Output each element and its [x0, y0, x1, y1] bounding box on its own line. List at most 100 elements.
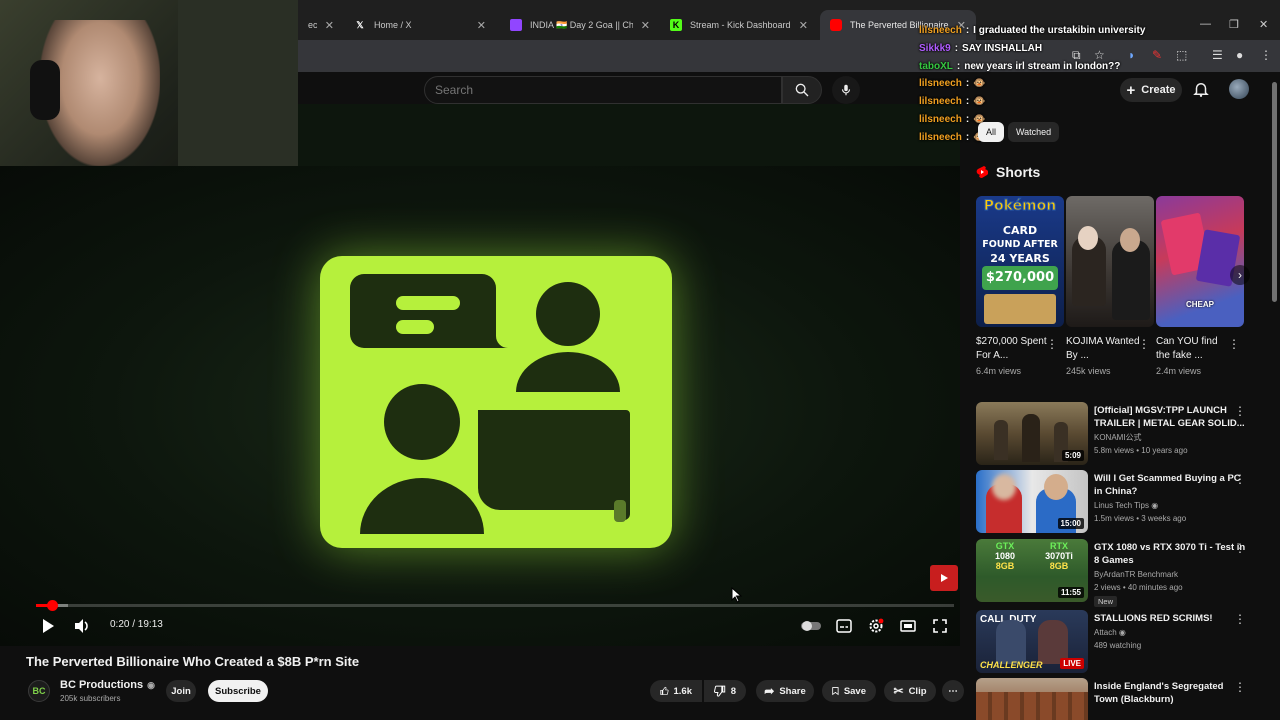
extensions-puzzle-icon[interactable]: ⬚ — [1176, 48, 1187, 62]
close-icon[interactable]: ✕ — [799, 19, 808, 32]
tab-twitch[interactable]: INDIA 🇮🇳 Day 2 Goa || Chapora ✕ — [500, 10, 660, 40]
sidebar-scrollbar[interactable] — [1272, 82, 1277, 302]
chat-separator: : — [965, 96, 970, 108]
search-button[interactable] — [782, 76, 822, 104]
related-channel[interactable]: ByArdanTR Benchmark — [1094, 568, 1178, 581]
chat-username: lilsneech — [919, 131, 962, 143]
tab-kick-dashboard[interactable]: K Stream - Kick Dashboard ✕ — [660, 10, 818, 40]
related-title[interactable]: Will I Get Scammed Buying a PC in China? — [1094, 472, 1246, 498]
progress-scrubber-handle[interactable] — [47, 600, 58, 611]
chat-text: I graduated the urstakibin university — [973, 25, 1146, 36]
youtube-icon — [830, 19, 842, 31]
tab-label: Home / X — [374, 20, 412, 30]
chip-all[interactable]: All — [978, 122, 1005, 142]
channel-avatar[interactable]: BC — [28, 680, 50, 702]
subscribe-button[interactable]: Subscribe — [208, 680, 268, 702]
search-box[interactable] — [424, 76, 782, 104]
autoplay-toggle[interactable] — [800, 616, 822, 636]
chat-text: new years irl stream in london?? — [964, 60, 1121, 72]
pokemon-logo: Pokémon — [983, 198, 1057, 215]
related-title[interactable]: GTX 1080 vs RTX 3070 Ti - Test in 8 Game… — [1094, 541, 1246, 567]
bookmark-icon — [832, 687, 839, 696]
profile-icon[interactable]: ● — [1236, 48, 1243, 62]
search-input[interactable] — [435, 83, 765, 97]
subscribe-watermark-icon[interactable] — [930, 565, 958, 591]
video-duration: 15:00 — [1057, 518, 1084, 529]
subscriber-count: 205k subscribers — [60, 694, 121, 703]
minimize-icon[interactable]: — — [1200, 18, 1211, 30]
more-actions-button[interactable]: ⋯ — [942, 680, 964, 702]
related-thumbnail[interactable]: 5:09 — [976, 402, 1088, 465]
chat-username: lilsneech — [919, 113, 962, 125]
shorts-next-button[interactable]: › — [1230, 265, 1250, 285]
tab-search-icon[interactable]: ☰ — [1212, 48, 1223, 62]
progress-bar[interactable] — [36, 604, 954, 607]
shorts-heading: Shorts — [996, 164, 1041, 180]
chat-separator: : — [965, 78, 970, 90]
short-thumbnail[interactable]: CHEAP — [1156, 196, 1244, 327]
short-thumbnail[interactable]: Pokémon CARD FOUND AFTER 24 YEARS $270,0… — [976, 196, 1064, 327]
related-thumbnail[interactable]: CALL DUTY CHALLENGER LIVE — [976, 610, 1088, 673]
tab-partial[interactable]: ecting ✕ — [298, 10, 344, 40]
related-video-item[interactable]: CALL DUTY CHALLENGER LIVE STALLIONS RED … — [976, 610, 1266, 674]
close-icon[interactable]: ✕ — [477, 19, 486, 32]
fullscreen-button[interactable] — [930, 616, 950, 636]
related-channel[interactable]: Linus Tech Tips ◉ — [1094, 499, 1158, 512]
dislike-button[interactable]: 8 — [704, 680, 746, 702]
related-thumbnail[interactable]: GTX 1080 8GB RTX 3070Ti 8GB 11:55 — [976, 539, 1088, 602]
kick-icon: K — [670, 19, 682, 31]
settings-button[interactable] — [866, 616, 886, 636]
close-icon[interactable]: ✕ — [641, 19, 650, 32]
related-channel[interactable]: KONAMI公式 — [1094, 431, 1142, 444]
window-close-icon[interactable]: ✕ — [1259, 18, 1268, 31]
related-video-item[interactable]: 5:09 [Official] MGSV:TPP LAUNCH TRAILER … — [976, 402, 1266, 466]
voice-search-button[interactable] — [832, 76, 860, 104]
more-vertical-icon[interactable]: ⋮ — [1046, 337, 1058, 351]
more-vertical-icon[interactable]: ⋮ — [1234, 404, 1246, 418]
like-button[interactable]: 1.6k — [650, 680, 702, 702]
save-button[interactable]: Save — [822, 680, 876, 702]
captions-button[interactable] — [834, 616, 854, 636]
related-title[interactable]: STALLIONS RED SCRIMS! — [1094, 612, 1246, 625]
related-title[interactable]: [Official] MGSV:TPP LAUNCH TRAILER | MET… — [1094, 404, 1246, 430]
browser-menu-icon[interactable]: ⋮ — [1260, 48, 1272, 62]
related-title[interactable]: Inside England's Segregated Town (Blackb… — [1094, 680, 1246, 706]
related-video-item[interactable]: Inside England's Segregated Town (Blackb… — [976, 678, 1266, 720]
short-title[interactable]: Can YOU find the fake ... — [1156, 335, 1230, 363]
related-video-item[interactable]: GTX 1080 8GB RTX 3070Ti 8GB 11:55 GTX 10… — [976, 539, 1266, 607]
chip-watched[interactable]: Watched — [1008, 122, 1060, 142]
close-icon[interactable]: ✕ — [325, 19, 334, 32]
more-vertical-icon[interactable]: ⋮ — [1234, 472, 1246, 486]
webcam-wall — [178, 0, 298, 166]
theater-mode-button[interactable] — [898, 616, 918, 636]
related-thumbnail[interactable] — [976, 678, 1088, 720]
short-title[interactable]: $270,000 Spent For A... — [976, 335, 1050, 363]
channel-name[interactable]: BC Productions ◉ — [60, 679, 155, 691]
notifications-bell-icon[interactable] — [1192, 80, 1210, 98]
more-vertical-icon[interactable]: ⋮ — [1234, 680, 1246, 694]
volume-button[interactable] — [72, 616, 92, 636]
chat-separator: : — [965, 131, 970, 143]
more-vertical-icon[interactable]: ⋮ — [1234, 612, 1246, 626]
related-thumbnail[interactable]: 15:00 — [976, 470, 1088, 533]
share-button[interactable]: ➦ Share — [756, 680, 814, 702]
tab-x-home[interactable]: 𝕏 Home / X ✕ — [344, 10, 496, 40]
verified-icon: ◉ — [1151, 501, 1159, 510]
microphone-icon — [841, 84, 851, 96]
thumbs-down-icon — [714, 685, 726, 697]
more-horizontal-icon: ⋯ — [948, 685, 958, 697]
more-vertical-icon[interactable]: ⋮ — [1234, 541, 1246, 555]
related-video-item[interactable]: 15:00 Will I Get Scammed Buying a PC in … — [976, 470, 1266, 534]
account-avatar[interactable] — [1229, 79, 1249, 99]
clip-button[interactable]: ✂ Clip — [884, 680, 936, 702]
maximize-icon[interactable]: ❐ — [1229, 18, 1239, 31]
short-views: 2.4m views — [1156, 366, 1202, 376]
person-face — [1078, 226, 1098, 250]
more-vertical-icon[interactable]: ⋮ — [1228, 337, 1240, 351]
more-vertical-icon[interactable]: ⋮ — [1138, 337, 1150, 351]
short-title[interactable]: KOJIMA Wanted By ... — [1066, 335, 1140, 363]
join-button[interactable]: Join — [166, 680, 196, 702]
play-button[interactable] — [38, 616, 58, 636]
related-channel[interactable]: Attach ◉ — [1094, 626, 1126, 639]
short-thumbnail[interactable] — [1066, 196, 1154, 327]
